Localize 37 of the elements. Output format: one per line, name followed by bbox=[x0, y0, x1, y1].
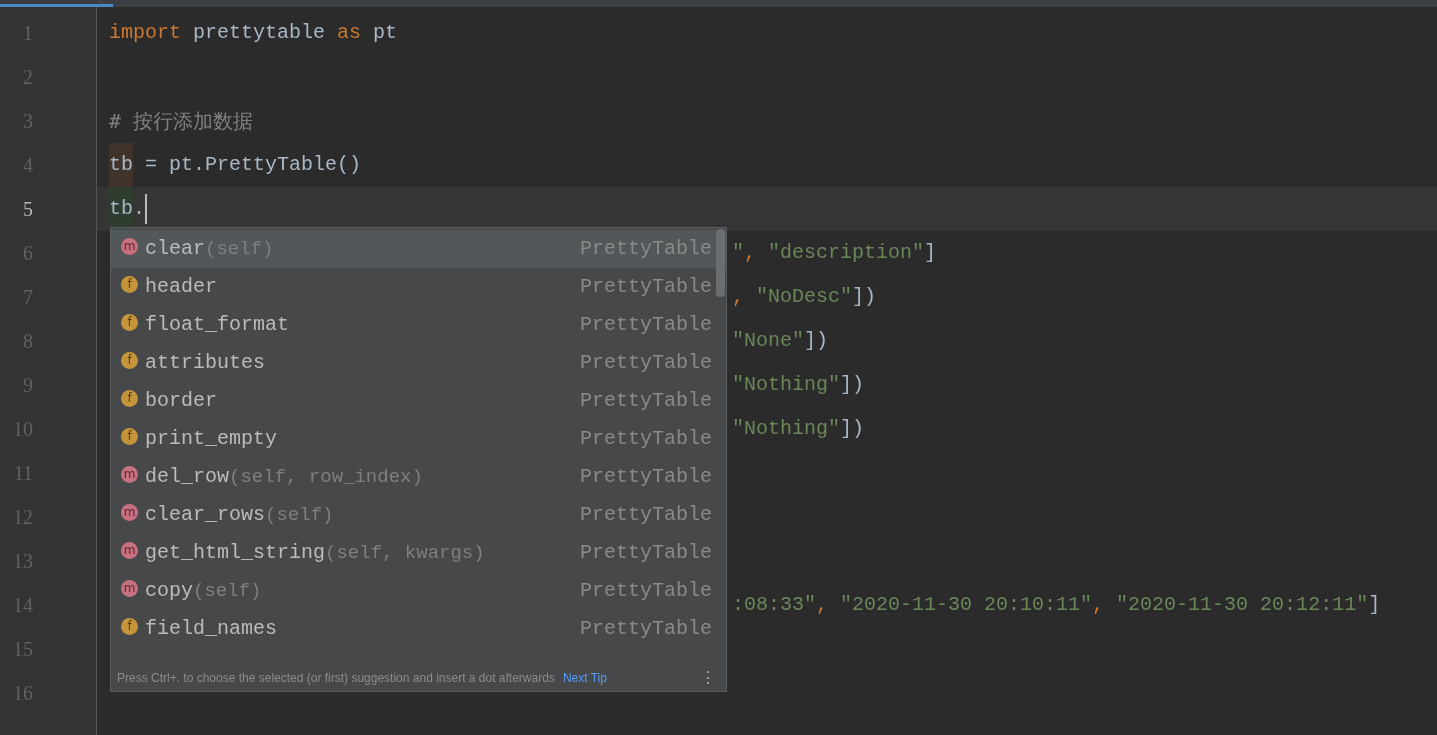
completion-item[interactable]: m get_html_string(self, kwargs) PrettyTable bbox=[111, 534, 726, 572]
completion-item[interactable]: f header PrettyTable bbox=[111, 268, 726, 306]
completion-item[interactable]: f field_names PrettyTable bbox=[111, 610, 726, 648]
field-icon: f bbox=[121, 351, 138, 369]
completion-item[interactable]: m clear_rows(self) PrettyTable bbox=[111, 496, 726, 534]
completion-item[interactable]: f border PrettyTable bbox=[111, 382, 726, 420]
code-line: # 按行添加数据 bbox=[109, 108, 254, 135]
field-icon: f bbox=[121, 389, 138, 407]
scrollbar[interactable] bbox=[716, 229, 725, 297]
code-line: :08:33", "2020-11-30 20:10:11", "2020-11-30 20:12:11"] bbox=[732, 592, 1381, 618]
text-caret bbox=[145, 194, 148, 224]
method-icon: m bbox=[121, 541, 138, 559]
code-line: ", "description"] bbox=[732, 240, 937, 266]
more-menu-button[interactable]: ⋮ bbox=[696, 665, 720, 690]
method-icon: m bbox=[121, 579, 138, 597]
line-number: 5 bbox=[23, 197, 33, 222]
code-line: import prettytable as pt bbox=[109, 20, 398, 46]
field-icon: f bbox=[121, 617, 138, 635]
code-line: "Nothing"]) bbox=[732, 372, 865, 398]
hint-text: Press Ctrl+. to choose the selected (or first) suggestion and insert a dot afterwards bbox=[117, 669, 555, 687]
code-line: "Nothing"]) bbox=[732, 416, 865, 442]
field-icon: f bbox=[121, 275, 138, 293]
active-tab-indicator[interactable] bbox=[0, 4, 113, 7]
code-line: "None"]) bbox=[732, 328, 829, 354]
field-icon: f bbox=[121, 427, 138, 445]
field-icon: f bbox=[121, 313, 138, 331]
method-icon: m bbox=[121, 465, 138, 483]
method-icon: m bbox=[121, 503, 138, 521]
completion-item[interactable]: f attributes PrettyTable bbox=[111, 344, 726, 382]
completion-item[interactable]: m copy(self) PrettyTable bbox=[111, 572, 726, 610]
completion-item[interactable]: f float_format PrettyTable bbox=[111, 306, 726, 344]
next-tip-link[interactable]: Next Tip bbox=[562, 668, 607, 687]
code-line: tb = pt.PrettyTable() bbox=[109, 143, 362, 187]
completion-item[interactable]: m del_row(self, row_index) PrettyTable bbox=[111, 458, 726, 496]
completion-item[interactable]: f print_empty PrettyTable bbox=[111, 420, 726, 458]
method-icon: m bbox=[121, 237, 138, 255]
code-line: , "NoDesc"]) bbox=[732, 284, 877, 310]
